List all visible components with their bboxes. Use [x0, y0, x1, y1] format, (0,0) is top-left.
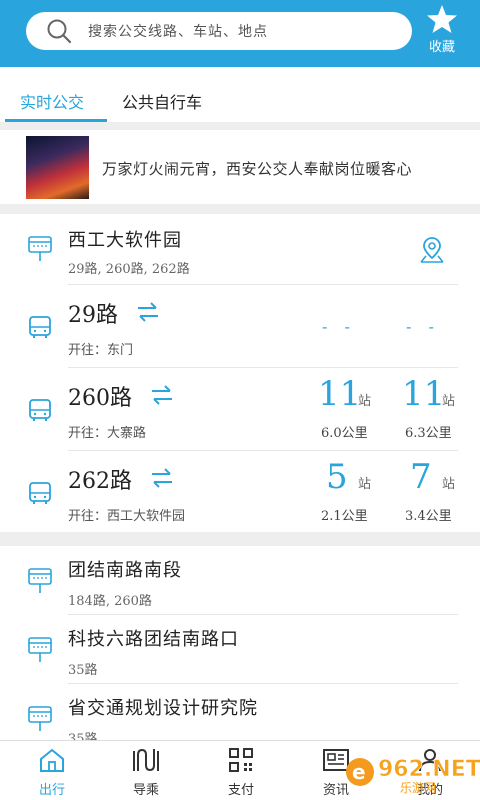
route-number: 29路	[68, 303, 118, 328]
stop-name: 省交通规划设计研究院	[68, 698, 258, 719]
route-row[interactable]: 262路 开往：西工大软件园 5 站 2.1公里 7 站 3.4公里	[0, 451, 480, 532]
dir2-stops: 7	[410, 457, 432, 497]
top-bar: 搜索公交线路、车站、地点 收藏	[0, 0, 480, 67]
tab-realtime-bus[interactable]: 实时公交	[20, 89, 84, 113]
separator	[0, 204, 480, 214]
dir1-distance: 6.0公里	[321, 426, 368, 441]
nearby-stop-row[interactable]: 西工大软件园 29路, 260路, 262路	[0, 214, 480, 284]
nearby-stop-section: 西工大软件园 29路, 260路, 262路 29路 开往：东门 - - - -	[0, 214, 480, 532]
route-row[interactable]: 260路 开往：大寨路 11 站 6.0公里 11 站 6.3公里	[0, 368, 480, 450]
route-towards: 开往：东门	[68, 343, 134, 358]
nav-label: 出行	[38, 783, 65, 798]
stop-routes: 35路	[68, 732, 98, 740]
route-towards: 开往：西工大软件园	[68, 509, 186, 524]
swap-direction-icon[interactable]	[150, 384, 174, 406]
swap-direction-icon[interactable]	[150, 467, 174, 489]
dir1-stops-unit: 站	[358, 394, 372, 409]
dir1-stops: 11	[318, 374, 362, 414]
stop-routes: 29路, 260路, 262路	[68, 262, 190, 277]
tab-bar: 实时公交 公共自行车	[0, 67, 480, 122]
location-map-icon[interactable]	[419, 236, 445, 264]
bus-stop-icon	[28, 568, 52, 593]
bus-icon	[29, 399, 51, 421]
svg-text:乐游网: 乐游网	[400, 781, 436, 795]
route-row[interactable]: 29路 开往：东门 - - - -	[0, 285, 480, 367]
dir1-stops-unit: 站	[358, 477, 372, 492]
nav-pay[interactable]: 支付	[211, 747, 271, 798]
nav-label: 导乘	[132, 783, 159, 798]
dir2-distance: 6.3公里	[405, 426, 452, 441]
qr-code-icon	[229, 748, 253, 772]
dir1-stops: 5	[326, 457, 348, 497]
bus-icon	[29, 482, 51, 504]
dir1-stops: - -	[322, 317, 356, 336]
swap-direction-icon[interactable]	[136, 301, 160, 323]
site-watermark-logo: e 962.NET 乐游网	[346, 757, 480, 795]
dir2-stops: - -	[406, 317, 440, 336]
bus-stop-icon	[28, 236, 52, 261]
dir1-distance: 2.1公里	[321, 509, 368, 524]
bus-stop-icon	[28, 637, 52, 662]
stop-list-item[interactable]: 省交通规划设计研究院 35路	[0, 684, 480, 740]
stop-name: 西工大软件园	[68, 230, 182, 251]
dir2-stops-unit: 站	[442, 477, 456, 492]
separator	[0, 122, 480, 130]
favorites-label: 收藏	[428, 40, 455, 55]
favorites-button[interactable]: 收藏	[420, 4, 464, 60]
search-bar[interactable]: 搜索公交线路、车站、地点	[26, 12, 412, 50]
stop-name: 团结南路南段	[68, 560, 182, 581]
nav-travel[interactable]: 出行	[22, 747, 82, 798]
tab-public-bike[interactable]: 公共自行车	[122, 89, 202, 113]
bus-stop-icon	[28, 706, 52, 731]
stop-name: 科技六路团结南路口	[68, 629, 239, 650]
other-stops-list: 团结南路南段 184路, 260路 科技六路团结南路口 35路 省交通规划设计研…	[0, 546, 480, 740]
svg-text:962.NET: 962.NET	[378, 757, 480, 782]
stop-list-item[interactable]: 团结南路南段 184路, 260路	[0, 546, 480, 614]
star-icon	[427, 5, 457, 33]
stop-list-item[interactable]: 科技六路团结南路口 35路	[0, 615, 480, 683]
search-placeholder: 搜索公交线路、车站、地点	[88, 24, 268, 40]
news-banner[interactable]: 万家灯火闹元宵，西安公交人奉献岗位暖客心	[0, 130, 480, 204]
dir2-distance: 3.4公里	[405, 509, 452, 524]
search-icon	[47, 19, 72, 44]
nav-guide[interactable]: 导乘	[116, 747, 176, 798]
dir2-stops-unit: 站	[442, 394, 456, 409]
bus-icon	[29, 316, 51, 338]
stop-routes: 184路, 260路	[68, 594, 152, 609]
dir2-stops: 11	[402, 374, 446, 414]
route-towards: 开往：大寨路	[68, 426, 147, 441]
svg-text:e: e	[352, 760, 366, 784]
separator	[0, 532, 480, 546]
home-icon	[40, 748, 64, 772]
guide-icon	[133, 748, 159, 772]
news-title: 万家灯火闹元宵，西安公交人奉献岗位暖客心	[102, 160, 413, 178]
nav-label: 支付	[227, 783, 254, 798]
news-thumbnail	[26, 136, 89, 199]
route-number: 262路	[68, 469, 132, 494]
stop-routes: 35路	[68, 663, 98, 678]
route-number: 260路	[68, 386, 132, 411]
